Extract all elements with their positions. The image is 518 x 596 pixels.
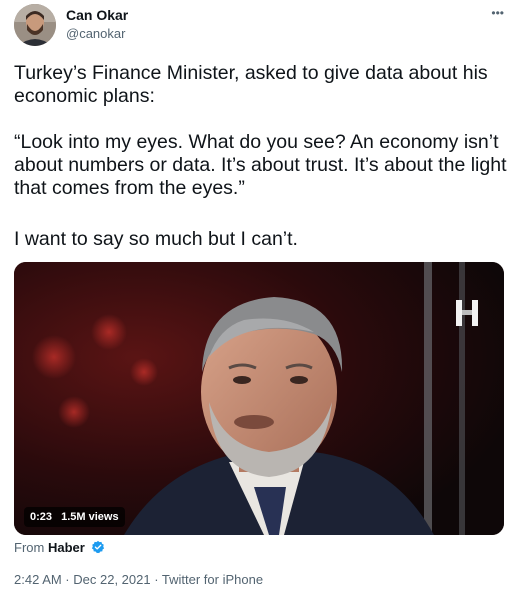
tweet-timestamp[interactable]: 2:42 AM · Dec 22, 2021 · Twitter for iPh… (14, 572, 263, 587)
source-name[interactable]: Haber (48, 540, 85, 555)
tweet-text-paragraph: Turkey’s Finance Minister, asked to give… (14, 62, 488, 107)
video-views: 1.5M views (61, 511, 119, 523)
verified-badge-icon (92, 540, 105, 554)
tweet-text-paragraph: I want to say so much but I can’t. (14, 228, 298, 250)
video-thumbnail (14, 262, 504, 535)
video-source: From Haber (14, 540, 105, 555)
avatar[interactable] (14, 4, 56, 46)
tweet-header: Can Okar @canokar ••• (14, 4, 504, 48)
channel-logo (456, 300, 478, 326)
source-prefix: From (14, 540, 45, 555)
video-player[interactable]: 0:23 1.5M views (14, 262, 504, 535)
tweet-text-quote: “Look into my eyes. What do you see? An … (14, 131, 507, 199)
author-name[interactable]: Can Okar (66, 7, 128, 23)
more-dots-icon[interactable]: ••• (491, 6, 504, 20)
video-stats-badge: 0:23 1.5M views (24, 507, 125, 527)
tweet-card: Can Okar @canokar ••• Turkey’s Finance M… (0, 0, 518, 596)
video-duration: 0:23 (30, 511, 53, 523)
author-handle[interactable]: @canokar (66, 26, 125, 41)
avatar-image (14, 4, 56, 46)
